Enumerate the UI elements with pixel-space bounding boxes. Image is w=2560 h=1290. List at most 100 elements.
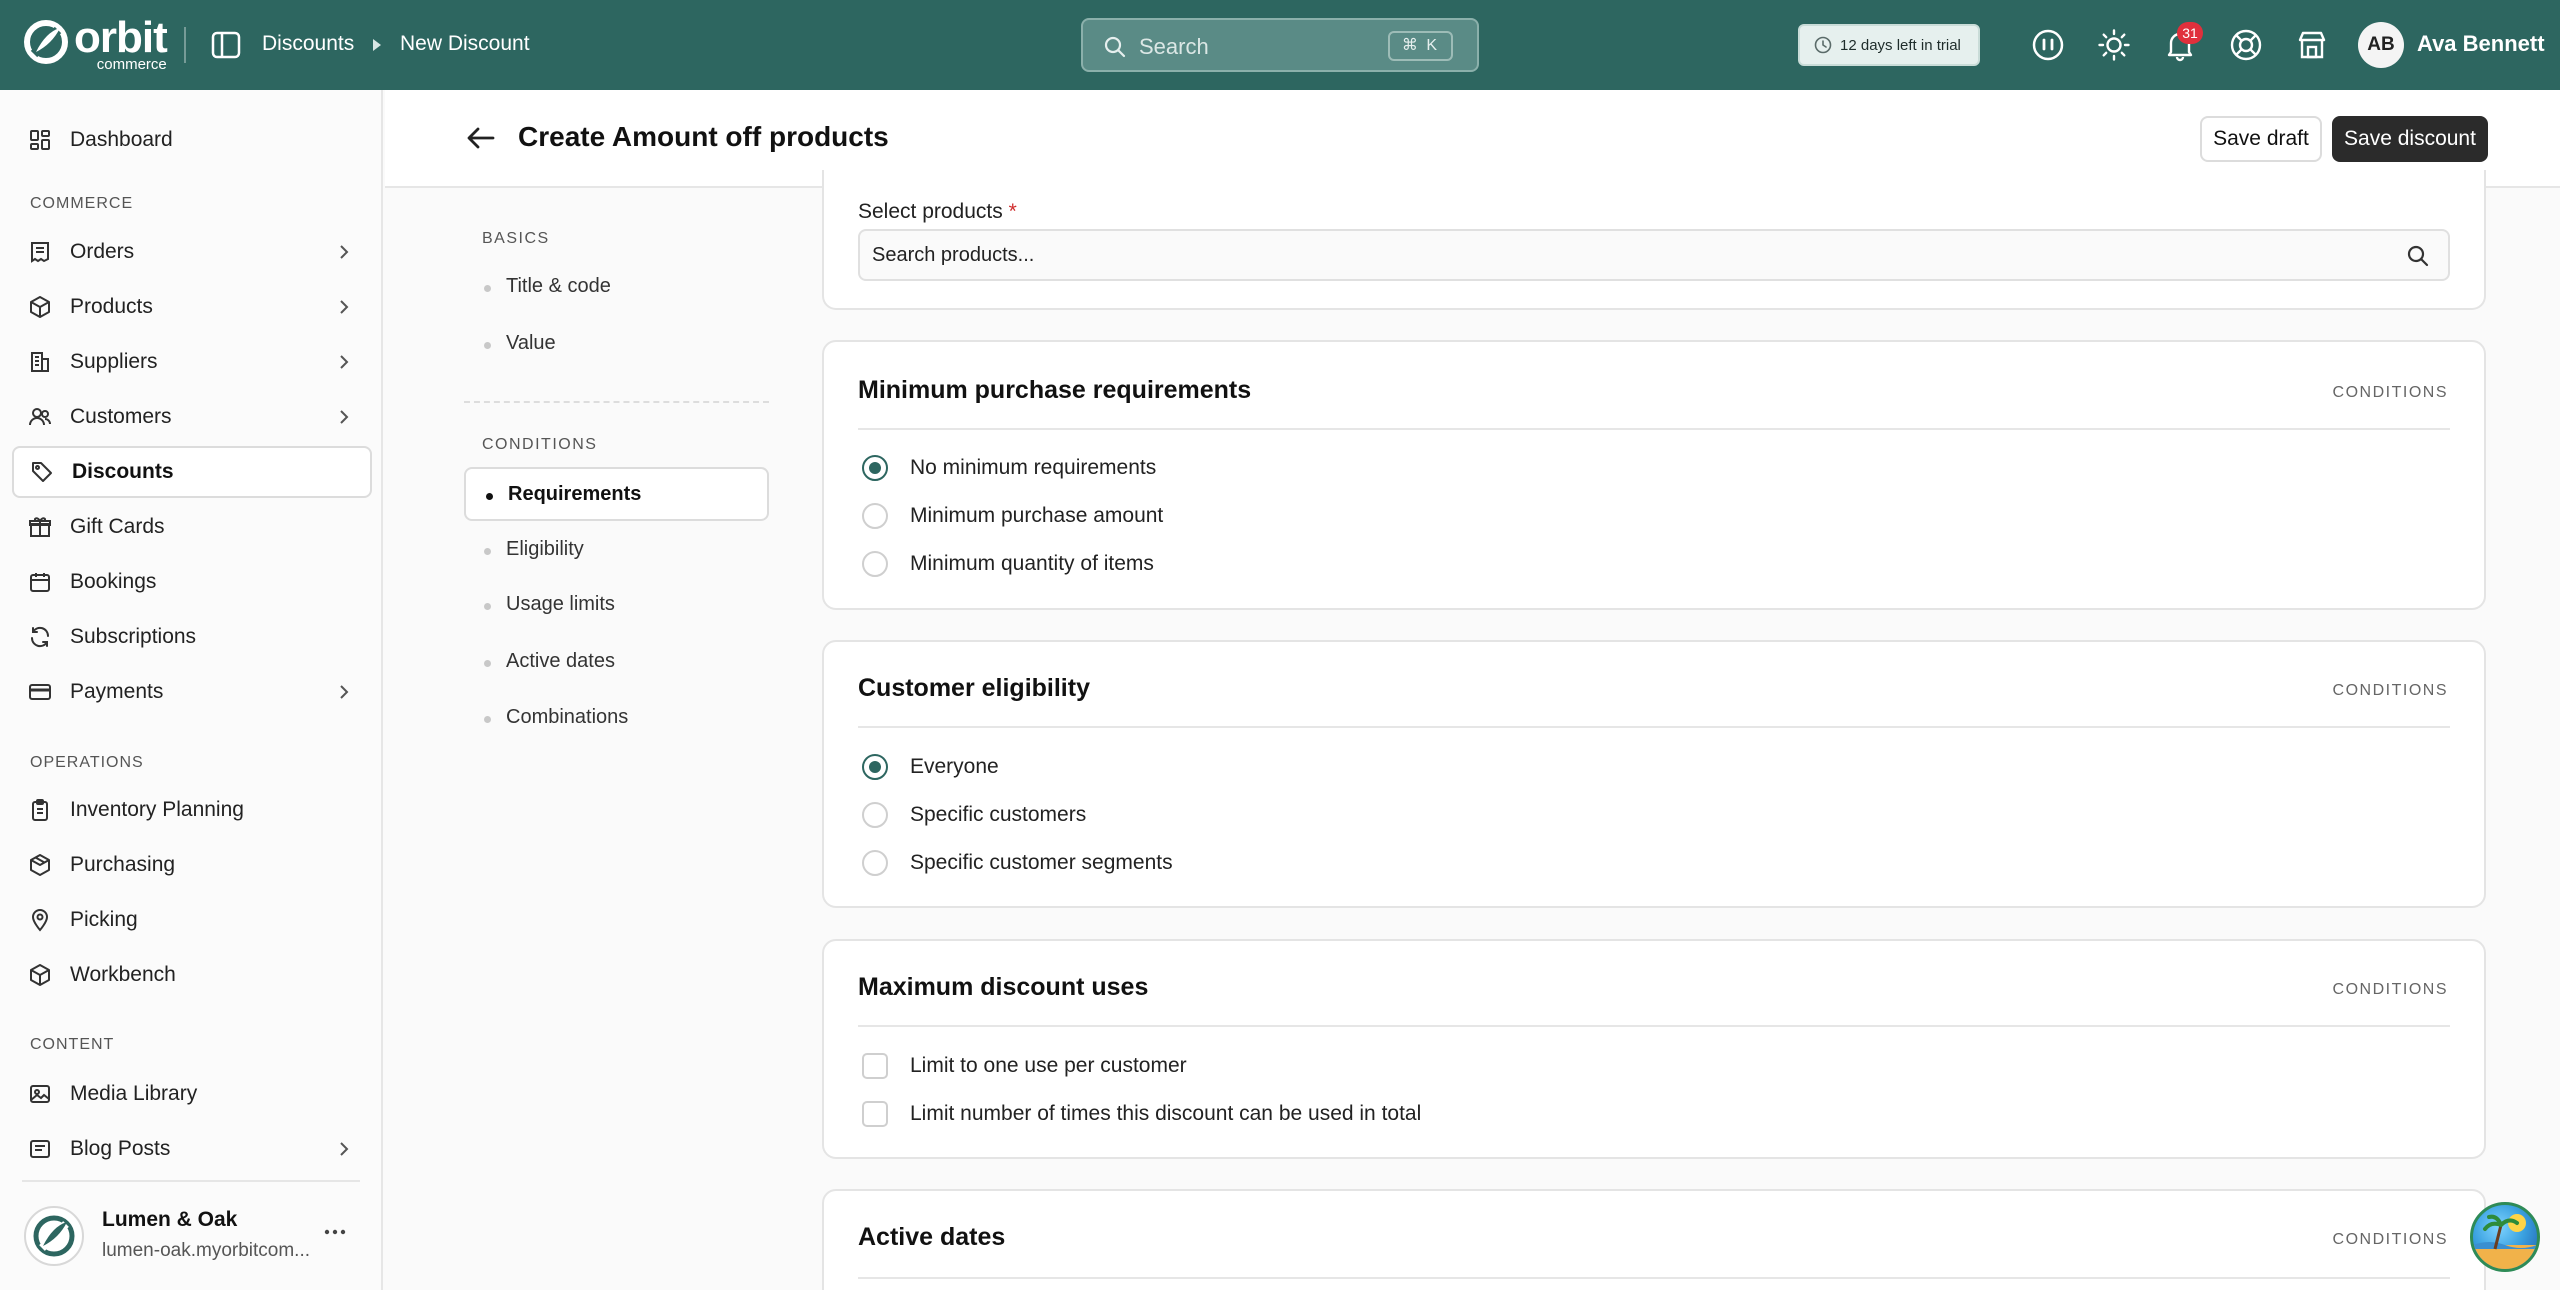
nav-dot — [484, 285, 491, 292]
option-label: Everyone — [910, 755, 999, 778]
sidebar-item-customers[interactable]: Customers — [12, 391, 372, 443]
sidebar-item-label: Payments — [70, 680, 164, 703]
workbench-cube-icon — [30, 964, 50, 986]
store-logo-icon — [33, 1215, 75, 1257]
sidebar-item-label: Media Library — [70, 1082, 198, 1105]
checkbox-unchecked[interactable] — [862, 1053, 888, 1079]
clock-icon — [1814, 36, 1832, 54]
section-nav-combinations[interactable]: Combinations — [464, 692, 769, 746]
logo-subtitle: commerce — [96, 56, 167, 73]
radio-unselected[interactable] — [862, 802, 888, 828]
section-nav-eligibility[interactable]: Eligibility — [464, 524, 769, 578]
card-divider — [858, 1277, 2450, 1279]
option-specific-segments[interactable]: Specific customer segments — [862, 848, 1173, 878]
chevron-right-icon — [340, 245, 349, 259]
card-divider — [858, 1025, 2450, 1027]
sidebar-item-products[interactable]: Products — [12, 281, 372, 333]
section-nav-value[interactable]: Value — [464, 318, 769, 372]
maximum-discount-uses-card: Maximum discount uses CONDITIONS Limit t… — [822, 939, 2486, 1159]
card-title: Customer eligibility — [858, 674, 1090, 702]
assistant-icon[interactable] — [2031, 28, 2065, 62]
radio-unselected[interactable] — [862, 850, 888, 876]
sidebar-item-label: Products — [70, 295, 153, 318]
user-avatar[interactable]: AB — [2358, 22, 2404, 68]
section-nav-label: Active dates — [506, 650, 615, 672]
section-nav-label: Combinations — [506, 706, 629, 728]
option-min-purchase-amount[interactable]: Minimum purchase amount — [862, 501, 1163, 531]
chevron-right-icon — [340, 355, 349, 369]
sidebar-item-payments[interactable]: Payments — [12, 666, 372, 718]
sidebar-item-bookings[interactable]: Bookings — [12, 556, 372, 608]
section-nav-title-code[interactable]: Title & code — [464, 261, 769, 315]
sidebar-item-label: Picking — [70, 908, 138, 931]
back-arrow-icon[interactable] — [465, 124, 497, 152]
save-discount-button[interactable]: Save discount — [2332, 116, 2488, 162]
sidebar-item-orders[interactable]: Orders — [12, 226, 372, 278]
dashboard-grid-icon — [30, 130, 50, 150]
chevron-right-icon — [340, 300, 349, 314]
purchasing-package-icon — [30, 854, 50, 876]
global-search-input[interactable]: Search ⌘ K — [1081, 18, 1479, 72]
user-name[interactable]: Ava Bennett — [2417, 31, 2545, 57]
breadcrumb-discounts[interactable]: Discounts — [262, 32, 354, 56]
trial-badge[interactable]: 12 days left in trial — [1798, 24, 1980, 66]
sidebar-item-gift-cards[interactable]: Gift Cards — [12, 501, 372, 553]
sidebar-footer-divider — [22, 1180, 360, 1182]
gift-icon — [29, 517, 51, 537]
radio-selected[interactable] — [862, 754, 888, 780]
product-search-input[interactable]: Search products... — [858, 229, 2450, 281]
card-divider — [858, 428, 2450, 430]
option-everyone[interactable]: Everyone — [862, 752, 999, 782]
required-marker: * — [1008, 200, 1017, 223]
option-no-minimum[interactable]: No minimum requirements — [862, 453, 1156, 483]
minimum-requirements-card: Minimum purchase requirements CONDITIONS… — [822, 340, 2486, 610]
sidebar-item-purchasing[interactable]: Purchasing — [12, 839, 372, 891]
sidebar-item-discounts[interactable]: Discounts — [12, 446, 372, 498]
store-name[interactable]: Lumen & Oak — [102, 1208, 237, 1232]
sidebar-toggle-icon[interactable] — [210, 30, 242, 60]
sidebar-item-label: Customers — [70, 405, 172, 428]
store-logo[interactable] — [24, 1206, 84, 1266]
option-min-quantity[interactable]: Minimum quantity of items — [862, 549, 1154, 579]
beach-scene-icon — [2473, 1214, 2537, 1269]
checkbox-unchecked[interactable] — [862, 1101, 888, 1127]
radio-unselected[interactable] — [862, 551, 888, 577]
sidebar-item-blog-posts[interactable]: Blog Posts — [12, 1123, 372, 1175]
sidebar-item-subscriptions[interactable]: Subscriptions — [12, 611, 372, 663]
sidebar-item-label: Inventory Planning — [70, 798, 244, 821]
floating-assistant-button[interactable] — [2470, 1202, 2540, 1272]
sidebar-item-picking[interactable]: Picking — [12, 894, 372, 946]
theme-sun-icon[interactable] — [2097, 28, 2131, 62]
radio-selected[interactable] — [862, 455, 888, 481]
image-icon — [30, 1085, 50, 1103]
more-horizontal-icon[interactable] — [322, 1222, 348, 1242]
save-draft-button[interactable]: Save draft — [2200, 116, 2322, 162]
option-specific-customers[interactable]: Specific customers — [862, 800, 1086, 830]
nav-dot — [484, 603, 491, 610]
products-box-icon — [30, 296, 50, 318]
option-label: Limit number of times this discount can … — [910, 1102, 1422, 1125]
sidebar-item-workbench[interactable]: Workbench — [12, 949, 372, 1001]
card-tag: CONDITIONS — [2332, 1231, 2448, 1248]
card-title: Minimum purchase requirements — [858, 376, 1252, 404]
section-nav-divider — [464, 401, 769, 403]
sidebar-item-media-library[interactable]: Media Library — [12, 1068, 372, 1120]
sidebar-item-dashboard[interactable]: Dashboard — [12, 114, 372, 166]
storefront-icon[interactable] — [2295, 28, 2329, 62]
calendar-icon — [30, 573, 50, 592]
sidebar-item-inventory-planning[interactable]: Inventory Planning — [12, 784, 372, 836]
orbit-logo[interactable]: orbit commerce — [22, 16, 168, 73]
customers-users-icon — [29, 408, 51, 426]
option-limit-total-uses[interactable]: Limit number of times this discount can … — [862, 1099, 1421, 1129]
sidebar-item-label: Gift Cards — [70, 515, 165, 538]
sidebar-item-suppliers[interactable]: Suppliers — [12, 336, 372, 388]
help-lifebuoy-icon[interactable] — [2229, 28, 2263, 62]
section-nav-active-dates[interactable]: Active dates — [464, 636, 769, 690]
section-nav-usage-limits[interactable]: Usage limits — [464, 579, 769, 633]
option-one-use-per-customer[interactable]: Limit to one use per customer — [862, 1051, 1187, 1081]
option-label: Minimum purchase amount — [910, 504, 1164, 527]
chevron-right-icon — [340, 685, 349, 699]
orbit-logo-mark-icon — [24, 20, 68, 64]
section-nav-requirements[interactable]: Requirements — [464, 467, 769, 521]
radio-unselected[interactable] — [862, 503, 888, 529]
